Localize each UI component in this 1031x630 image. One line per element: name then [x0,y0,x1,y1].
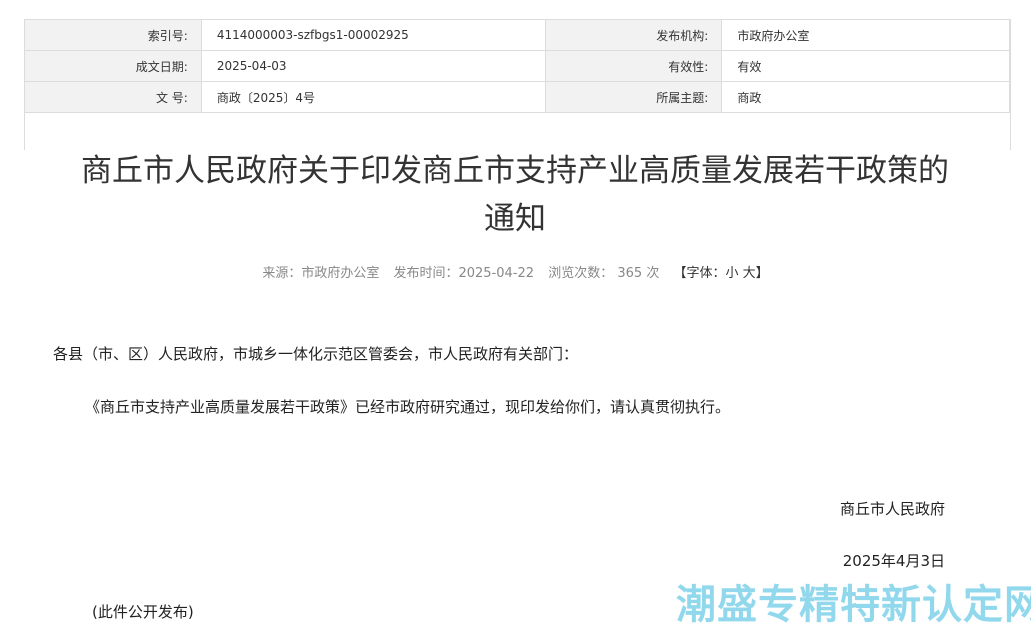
title-line-2: 通知 [484,201,546,237]
publication-note: (此件公开发布) [92,603,194,621]
font-size-label: 【字体： [673,266,726,281]
title-line-1: 商丘市人民政府关于印发商丘市支持产业高质量发展若干政策的 [81,153,949,189]
publisher-value: 市政府办公室 [721,19,1010,51]
topic-label: 所属主题: [544,81,723,113]
signing-date: 2025年4月3日 [842,552,945,570]
metadata-row: 文 号: 商政〔2025〕4号 所属主题: 商政 [24,81,1010,113]
metadata-row: 索引号: 4114000003-szfbgs1-00002925 发布机构: 市… [24,19,1010,51]
metadata-table: 索引号: 4114000003-szfbgs1-00002925 发布机构: 市… [24,19,1010,113]
publish-time: 发布时间：2025-04-22 [393,266,535,281]
views-unit: 次 [646,266,660,281]
doc-number-label: 文 号: [24,81,202,113]
views-label: 浏览次数： [548,266,614,281]
font-big-button[interactable]: 大 [743,266,756,281]
validity-label: 有效性: [544,50,723,82]
doc-number-value: 商政〔2025〕4号 [200,81,546,113]
salutation-paragraph: 各县（市、区）人民政府，市城乡一体化示范区管委会，市人民政府有关部门： [53,345,579,363]
body-paragraph: 《商丘市支持产业高质量发展若干政策》已经市政府研究通过，现印发给你们，请认真贯彻… [85,398,731,416]
views-count: 365 [617,266,643,281]
article-info: 来源：市政府办公室 发布时间：2025-04-22 浏览次数： 365 次 【字… [0,262,1031,281]
metadata-row: 成文日期: 2025-04-03 有效性: 有效 [24,50,1010,82]
font-small-button[interactable]: 小 [725,266,738,281]
topic-value: 商政 [721,81,1010,113]
index-label: 索引号: [24,19,202,51]
watermark-text: 潮盛专精特新认定网 [676,582,1031,628]
publisher-label: 发布机构: [544,19,723,51]
date-written-value: 2025-04-03 [200,50,546,82]
date-written-label: 成文日期: [24,50,202,82]
index-value: 4114000003-szfbgs1-00002925 [200,19,546,51]
article-title: 商丘市人民政府关于印发商丘市支持产业高质量发展若干政策的 通知 [40,147,990,243]
font-size-end: 】 [755,266,769,281]
validity-value: 有效 [721,50,1010,82]
signer-text: 商丘市人民政府 [839,500,945,518]
source-text: 来源：市政府办公室 [262,266,380,281]
